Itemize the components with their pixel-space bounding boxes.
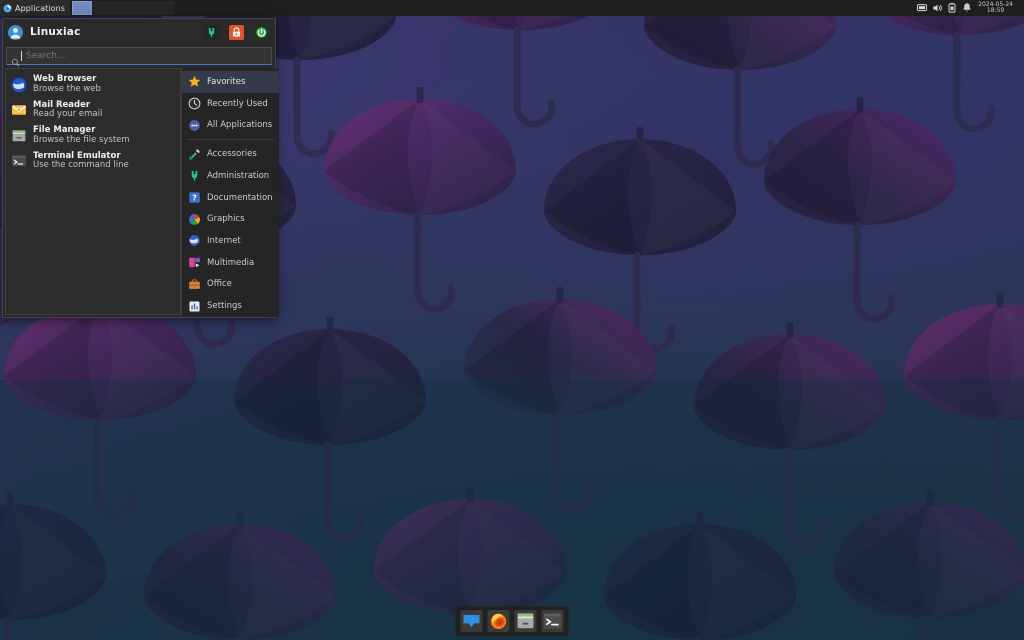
svg-text:?: ?	[192, 193, 196, 202]
application-menu: Linuxiac	[2, 18, 276, 318]
system-tray: 2024-05-24 18:59	[916, 2, 1024, 14]
battery-icon[interactable]	[946, 2, 958, 14]
category-separator	[187, 139, 274, 140]
list-item-subtitle: Browse the web	[33, 85, 101, 95]
category-list: Favorites Recently Used	[181, 68, 279, 317]
terminal-emulator-icon	[11, 153, 27, 169]
applications-menu-button[interactable]: Applications	[0, 0, 70, 16]
settings-manager-icon[interactable]	[204, 25, 219, 40]
clock-icon	[188, 97, 201, 110]
graphics-icon	[188, 213, 201, 226]
volume-icon[interactable]	[931, 2, 943, 14]
all-apps-icon	[188, 119, 201, 132]
administration-icon	[188, 169, 201, 182]
list-item[interactable]: Web Browser Browse the web	[6, 72, 180, 98]
category-item-documentation[interactable]: ? Documentation	[182, 187, 279, 209]
bottom-dock	[456, 606, 569, 636]
list-item-subtitle: Use the command line	[33, 161, 129, 171]
category-label: Accessories	[207, 149, 257, 159]
file-manager-icon	[11, 128, 27, 144]
firefox-icon[interactable]	[488, 610, 510, 632]
category-item-recently-used[interactable]: Recently Used	[182, 93, 279, 115]
accessories-icon	[188, 148, 201, 161]
display-icon[interactable]	[916, 2, 928, 14]
clock-time: 18:59	[987, 8, 1004, 14]
list-item[interactable]: Mail Reader Read your email	[6, 98, 180, 124]
category-item-internet[interactable]: Internet	[182, 230, 279, 252]
star-icon	[188, 75, 201, 88]
menu-header: Linuxiac	[3, 19, 275, 45]
category-label: Favorites	[207, 77, 245, 87]
user-avatar-icon[interactable]	[8, 25, 23, 40]
list-item-subtitle: Browse the file system	[33, 136, 130, 146]
category-label: Graphics	[207, 214, 245, 224]
category-label: Administration	[207, 171, 269, 181]
category-item-multimedia[interactable]: Multimedia	[182, 252, 279, 274]
category-item-accessories[interactable]: Accessories	[182, 143, 279, 165]
lock-screen-icon[interactable]	[229, 25, 244, 40]
category-item-administration[interactable]: Administration	[182, 165, 279, 187]
task-button-active[interactable]	[72, 1, 92, 15]
search-icon	[11, 52, 20, 61]
menu-body: Web Browser Browse the web Mail Reader R…	[3, 68, 275, 317]
list-item[interactable]: File Manager Browse the file system	[6, 123, 180, 149]
category-label: Documentation	[207, 193, 273, 203]
documentation-icon: ?	[188, 191, 201, 204]
category-label: Internet	[207, 236, 241, 246]
category-label: Recently Used	[207, 99, 268, 109]
category-item-favorites[interactable]: Favorites	[182, 71, 279, 93]
menu-search-row	[3, 45, 275, 68]
mail-reader-icon	[11, 102, 27, 118]
settings-icon	[188, 300, 201, 313]
category-item-settings[interactable]: Settings	[182, 295, 279, 317]
favorites-list: Web Browser Browse the web Mail Reader R…	[5, 68, 181, 315]
category-label: All Applications	[207, 120, 272, 130]
window-tasklist[interactable]	[72, 0, 176, 16]
category-label: Office	[207, 279, 232, 289]
file-manager-icon[interactable]	[515, 610, 537, 632]
log-out-icon[interactable]	[254, 25, 269, 40]
multimedia-icon	[188, 256, 201, 269]
web-browser-icon	[11, 77, 27, 93]
category-label: Multimedia	[207, 258, 254, 268]
category-item-office[interactable]: Office	[182, 274, 279, 296]
search-input[interactable]	[22, 48, 267, 64]
office-icon	[188, 278, 201, 291]
terminal-icon[interactable]	[542, 610, 564, 632]
category-item-graphics[interactable]: Graphics	[182, 208, 279, 230]
category-item-all-applications[interactable]: All Applications	[182, 114, 279, 136]
list-item[interactable]: Terminal Emulator Use the command line	[6, 149, 180, 175]
task-button-empty[interactable]	[93, 1, 175, 15]
menu-username: Linuxiac	[30, 26, 81, 38]
internet-icon	[188, 234, 201, 247]
xfce-mouse-icon	[3, 4, 12, 13]
search-box[interactable]	[6, 47, 272, 65]
category-label: Settings	[207, 301, 242, 311]
panel-clock[interactable]: 2024-05-24 18:59	[976, 2, 1019, 14]
notification-bell-icon[interactable]	[961, 2, 973, 14]
applications-menu-label: Applications	[15, 4, 65, 13]
top-panel: Applications	[0, 0, 1024, 16]
list-item-subtitle: Read your email	[33, 110, 102, 120]
show-desktop-icon[interactable]	[461, 610, 483, 632]
